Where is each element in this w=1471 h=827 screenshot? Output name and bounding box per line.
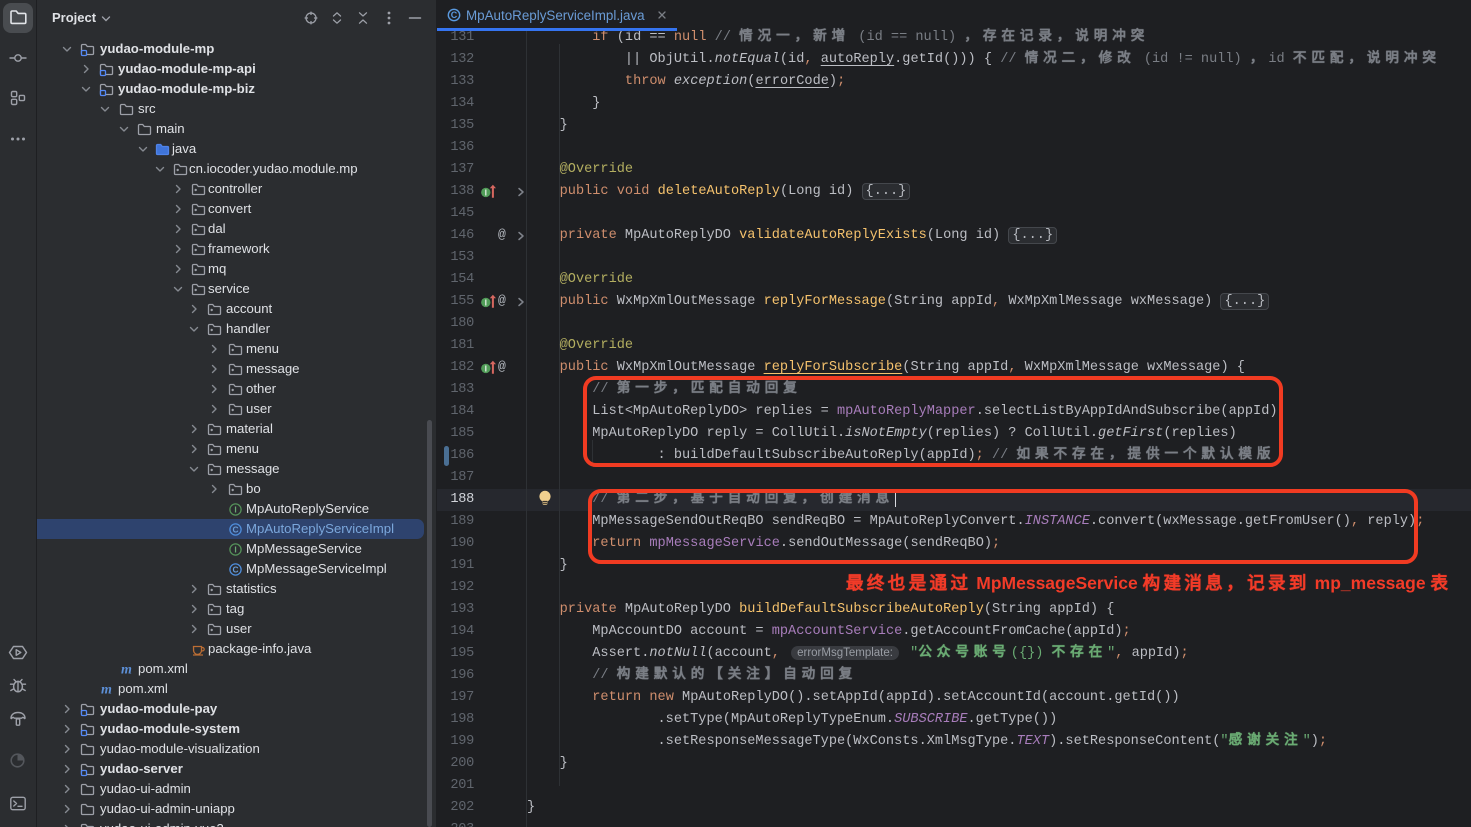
svg-text:I: I xyxy=(234,505,236,515)
svg-text:m: m xyxy=(101,683,112,698)
svg-text:C: C xyxy=(451,10,458,20)
svg-text:I: I xyxy=(485,188,487,198)
svg-text:I: I xyxy=(485,364,487,374)
svg-text:C: C xyxy=(232,525,238,535)
svg-text:m: m xyxy=(121,663,132,678)
svg-text:I: I xyxy=(234,545,236,555)
svg-text:I: I xyxy=(485,298,487,308)
svg-text:C: C xyxy=(232,565,238,575)
